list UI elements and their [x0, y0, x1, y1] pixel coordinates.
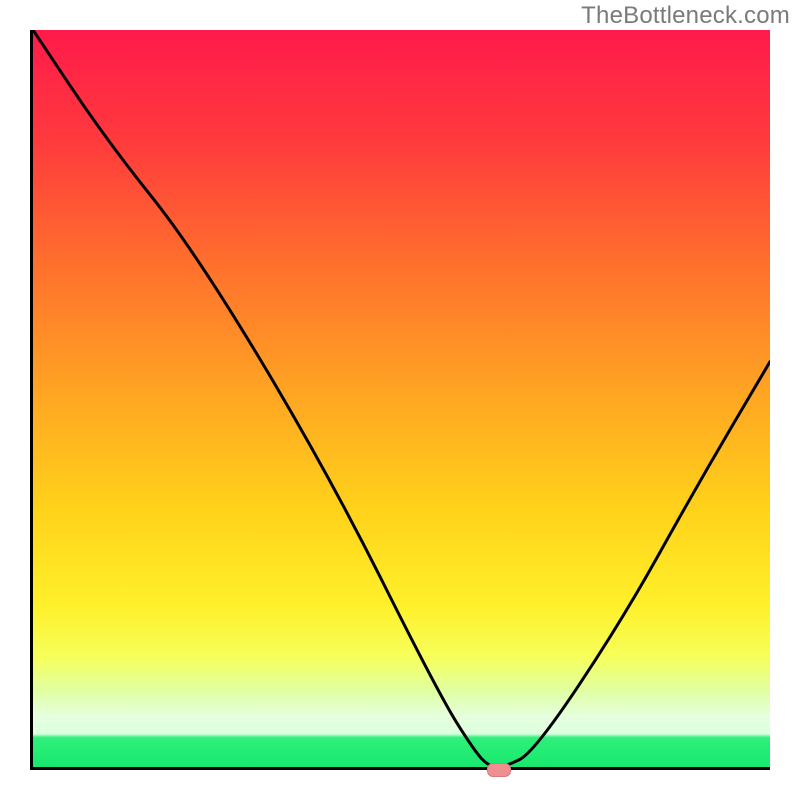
optimum-marker	[487, 763, 511, 777]
bottleneck-curve	[33, 30, 770, 767]
watermark-text: TheBottleneck.com	[581, 2, 790, 30]
plot-area	[30, 30, 770, 770]
bottleneck-chart: TheBottleneck.com	[0, 0, 800, 800]
curve-svg	[33, 30, 770, 767]
